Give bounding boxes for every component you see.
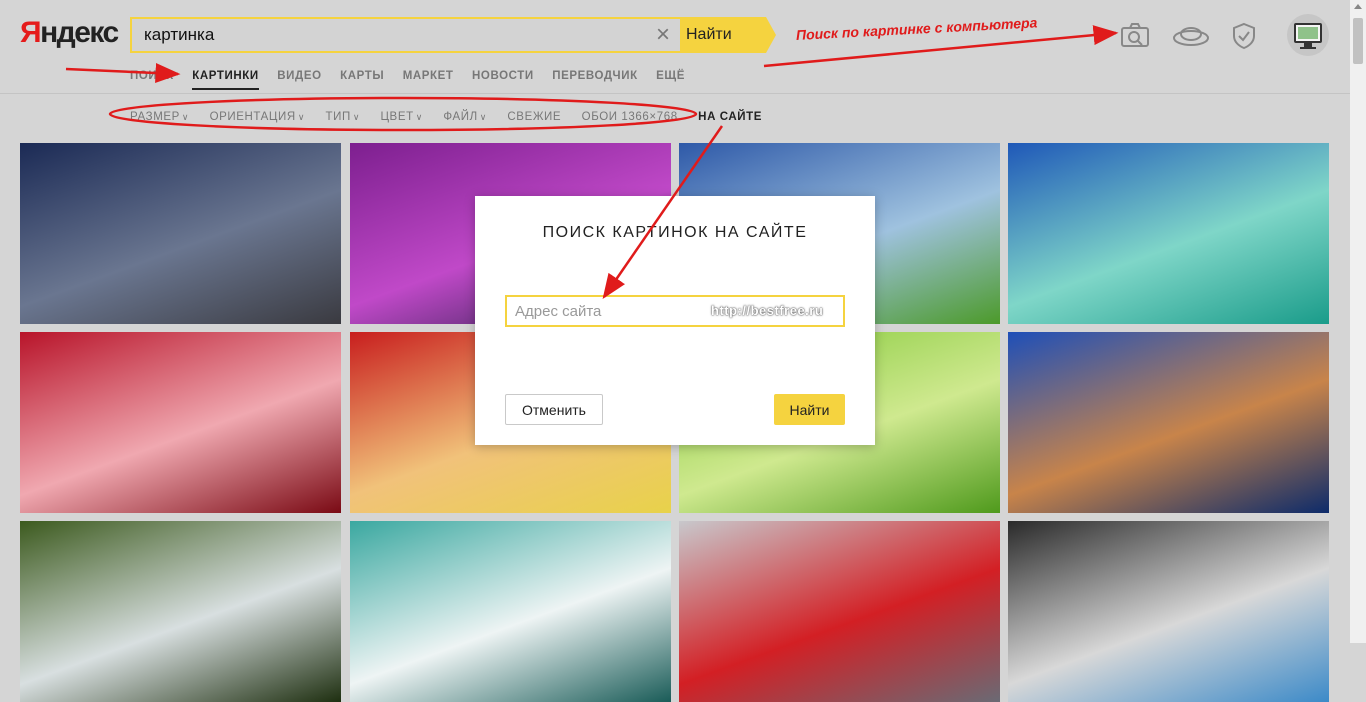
chevron-down-icon: ∨ bbox=[479, 112, 487, 122]
filter-on-site[interactable]: На сайте bbox=[698, 111, 762, 123]
search-bar: × Найти bbox=[130, 17, 776, 53]
annotation-label: Поиск по картинке с компьютера bbox=[795, 14, 1038, 43]
site-search-dialog: Поиск картинок на сайте http://bestfree.… bbox=[475, 196, 875, 445]
nav-search[interactable]: Поиск bbox=[130, 70, 174, 82]
filter-wallpaper[interactable]: Обои 1366×768 bbox=[582, 111, 678, 123]
image-thumb[interactable] bbox=[1008, 521, 1329, 702]
nav-news[interactable]: Новости bbox=[472, 70, 534, 82]
header-divider bbox=[0, 93, 1352, 94]
avatar[interactable] bbox=[1287, 14, 1329, 56]
find-button[interactable]: Найти bbox=[774, 394, 845, 425]
image-thumb[interactable] bbox=[20, 143, 341, 324]
clear-icon[interactable]: × bbox=[652, 23, 674, 47]
image-thumb[interactable] bbox=[20, 521, 341, 702]
yandex-logo[interactable]: Яндекс bbox=[20, 16, 119, 50]
chevron-down-icon: ∨ bbox=[297, 112, 305, 122]
search-button-arrow bbox=[766, 17, 776, 53]
search-input[interactable] bbox=[130, 17, 680, 53]
nav-market[interactable]: Маркет bbox=[403, 70, 454, 82]
image-thumb[interactable] bbox=[1008, 332, 1329, 513]
avatar-computer-icon bbox=[1294, 23, 1322, 49]
image-thumb[interactable] bbox=[1008, 143, 1329, 324]
search-button[interactable]: Найти bbox=[680, 17, 766, 53]
nav-maps[interactable]: Карты bbox=[340, 70, 384, 82]
filter-file-label: Файл bbox=[443, 111, 478, 123]
filter-size-label: Размер bbox=[130, 111, 180, 123]
logo-first-letter: Я bbox=[20, 16, 42, 49]
filter-bar: Размер ∨ Ориентация ∨ Тип ∨ Цвет ∨ Файл ∨ Све… bbox=[130, 107, 778, 125]
nav-more[interactable]: Ещё bbox=[656, 70, 685, 82]
service-nav: Поиск Картинки Видео Карты Маркет Новост… bbox=[130, 66, 699, 90]
image-thumb[interactable] bbox=[350, 521, 671, 702]
scrollbar-thumb[interactable] bbox=[1353, 18, 1363, 64]
filter-fresh[interactable]: Свежие bbox=[507, 111, 561, 123]
image-thumb[interactable] bbox=[20, 332, 341, 513]
filter-size[interactable]: Размер ∨ bbox=[130, 111, 189, 123]
nav-images[interactable]: Картинки bbox=[192, 70, 259, 90]
nav-video[interactable]: Видео bbox=[277, 70, 321, 82]
filter-orientation-label: Ориентация bbox=[209, 111, 296, 123]
logo-rest: ндекс bbox=[40, 16, 119, 49]
filter-orientation[interactable]: Ориентация ∨ bbox=[210, 111, 305, 123]
image-thumb[interactable] bbox=[679, 521, 1000, 702]
watermark-text: http://bestfree.ru bbox=[711, 303, 824, 318]
camera-icon[interactable] bbox=[1120, 22, 1150, 48]
shield-icon[interactable] bbox=[1232, 22, 1256, 50]
scroll-up-icon[interactable] bbox=[1354, 4, 1362, 9]
filter-color-label: Цвет bbox=[380, 111, 414, 123]
page-scrollbar[interactable] bbox=[1350, 0, 1366, 643]
chevron-down-icon: ∨ bbox=[181, 112, 190, 122]
filter-type[interactable]: Тип ∨ bbox=[325, 111, 360, 123]
disk-icon[interactable] bbox=[1172, 24, 1210, 48]
filter-color[interactable]: Цвет ∨ bbox=[380, 111, 422, 123]
filter-type-label: Тип bbox=[325, 111, 351, 123]
chevron-down-icon: ∨ bbox=[352, 112, 360, 122]
dialog-title: Поиск картинок на сайте bbox=[542, 224, 808, 241]
cancel-button[interactable]: Отменить bbox=[505, 394, 603, 425]
chevron-down-icon: ∨ bbox=[415, 112, 423, 122]
filter-file[interactable]: Файл ∨ bbox=[443, 111, 487, 123]
nav-translate[interactable]: Переводчик bbox=[552, 70, 638, 82]
